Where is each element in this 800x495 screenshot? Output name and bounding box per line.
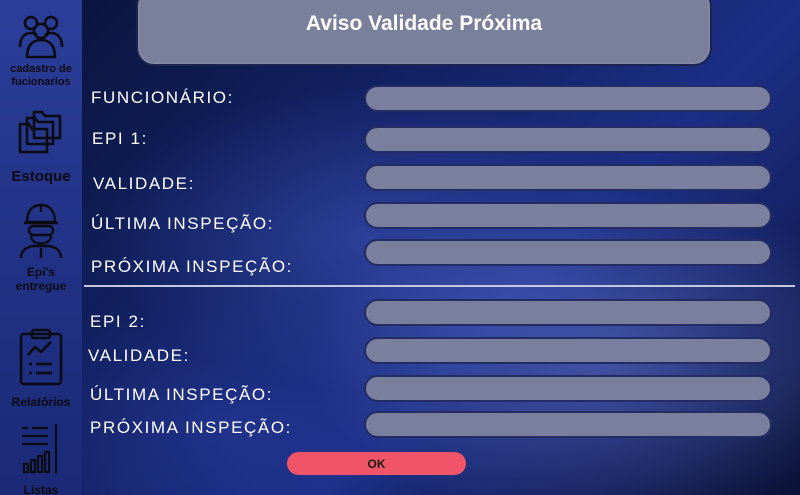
epi2-ultima-inspecao-label: ÚLTIMA INSPEÇÃO: [90, 385, 274, 404]
epi1-proxima-inspecao-label: PRÓXIMA INSPEÇÃO: [91, 257, 293, 276]
epi1-label: EPI 1: [92, 129, 148, 148]
nav-label: Relatórios [11, 395, 71, 409]
epi1-validade-label: VALIDADE: [93, 174, 195, 193]
epi2-label: EPI 2: [90, 312, 146, 331]
sidebar: cadastro de fucionarios Estoque Epi's en [0, 0, 82, 495]
epi1-validade-field[interactable] [364, 164, 772, 191]
funcionario-label: FUNCIONÁRIO: [91, 88, 234, 107]
epi1-field[interactable] [364, 126, 772, 153]
nav-cadastro-funcionarios[interactable]: cadastro de fucionarios [0, 12, 82, 88]
users-icon [18, 15, 64, 59]
epi2-proxima-inspecao-label: PRÓXIMA INSPEÇÃO: [90, 418, 292, 437]
nav-label: Estoque [11, 168, 71, 185]
epi1-ultima-inspecao-field[interactable] [364, 202, 772, 229]
ok-button[interactable]: OK [287, 452, 466, 475]
clipboard-chart-icon [19, 328, 63, 386]
page-title: Aviso Validade Próxima [305, 12, 543, 35]
nav-label: Epi's entregue [15, 265, 67, 293]
nav-estoque[interactable]: Estoque [0, 108, 82, 185]
epi2-ultima-inspecao-field[interactable] [364, 375, 772, 402]
epi1-ultima-inspecao-label: ÚLTIMA INSPEÇÃO: [91, 214, 275, 233]
folders-icon [18, 110, 62, 154]
epi2-proxima-inspecao-field[interactable] [364, 411, 772, 438]
section-divider [84, 285, 795, 287]
ppe-worker-icon [19, 203, 63, 259]
epi2-validade-field[interactable] [364, 337, 772, 364]
nav-label: Listas [23, 483, 59, 495]
nav-relatorios[interactable]: Relatórios [0, 328, 82, 410]
epi2-field[interactable] [364, 299, 772, 326]
funcionario-field[interactable] [364, 85, 772, 112]
nav-listas[interactable]: Listas [0, 420, 82, 495]
nav-label: cadastro de fucionarios [10, 63, 72, 88]
list-chart-icon [22, 424, 58, 474]
epi2-validade-label: VALIDADE: [88, 346, 190, 365]
dialog-header: Aviso Validade Próxima [136, 0, 712, 66]
epi1-proxima-inspecao-field[interactable] [364, 239, 772, 266]
nav-epis-entregue[interactable]: Epi's entregue [0, 202, 82, 294]
